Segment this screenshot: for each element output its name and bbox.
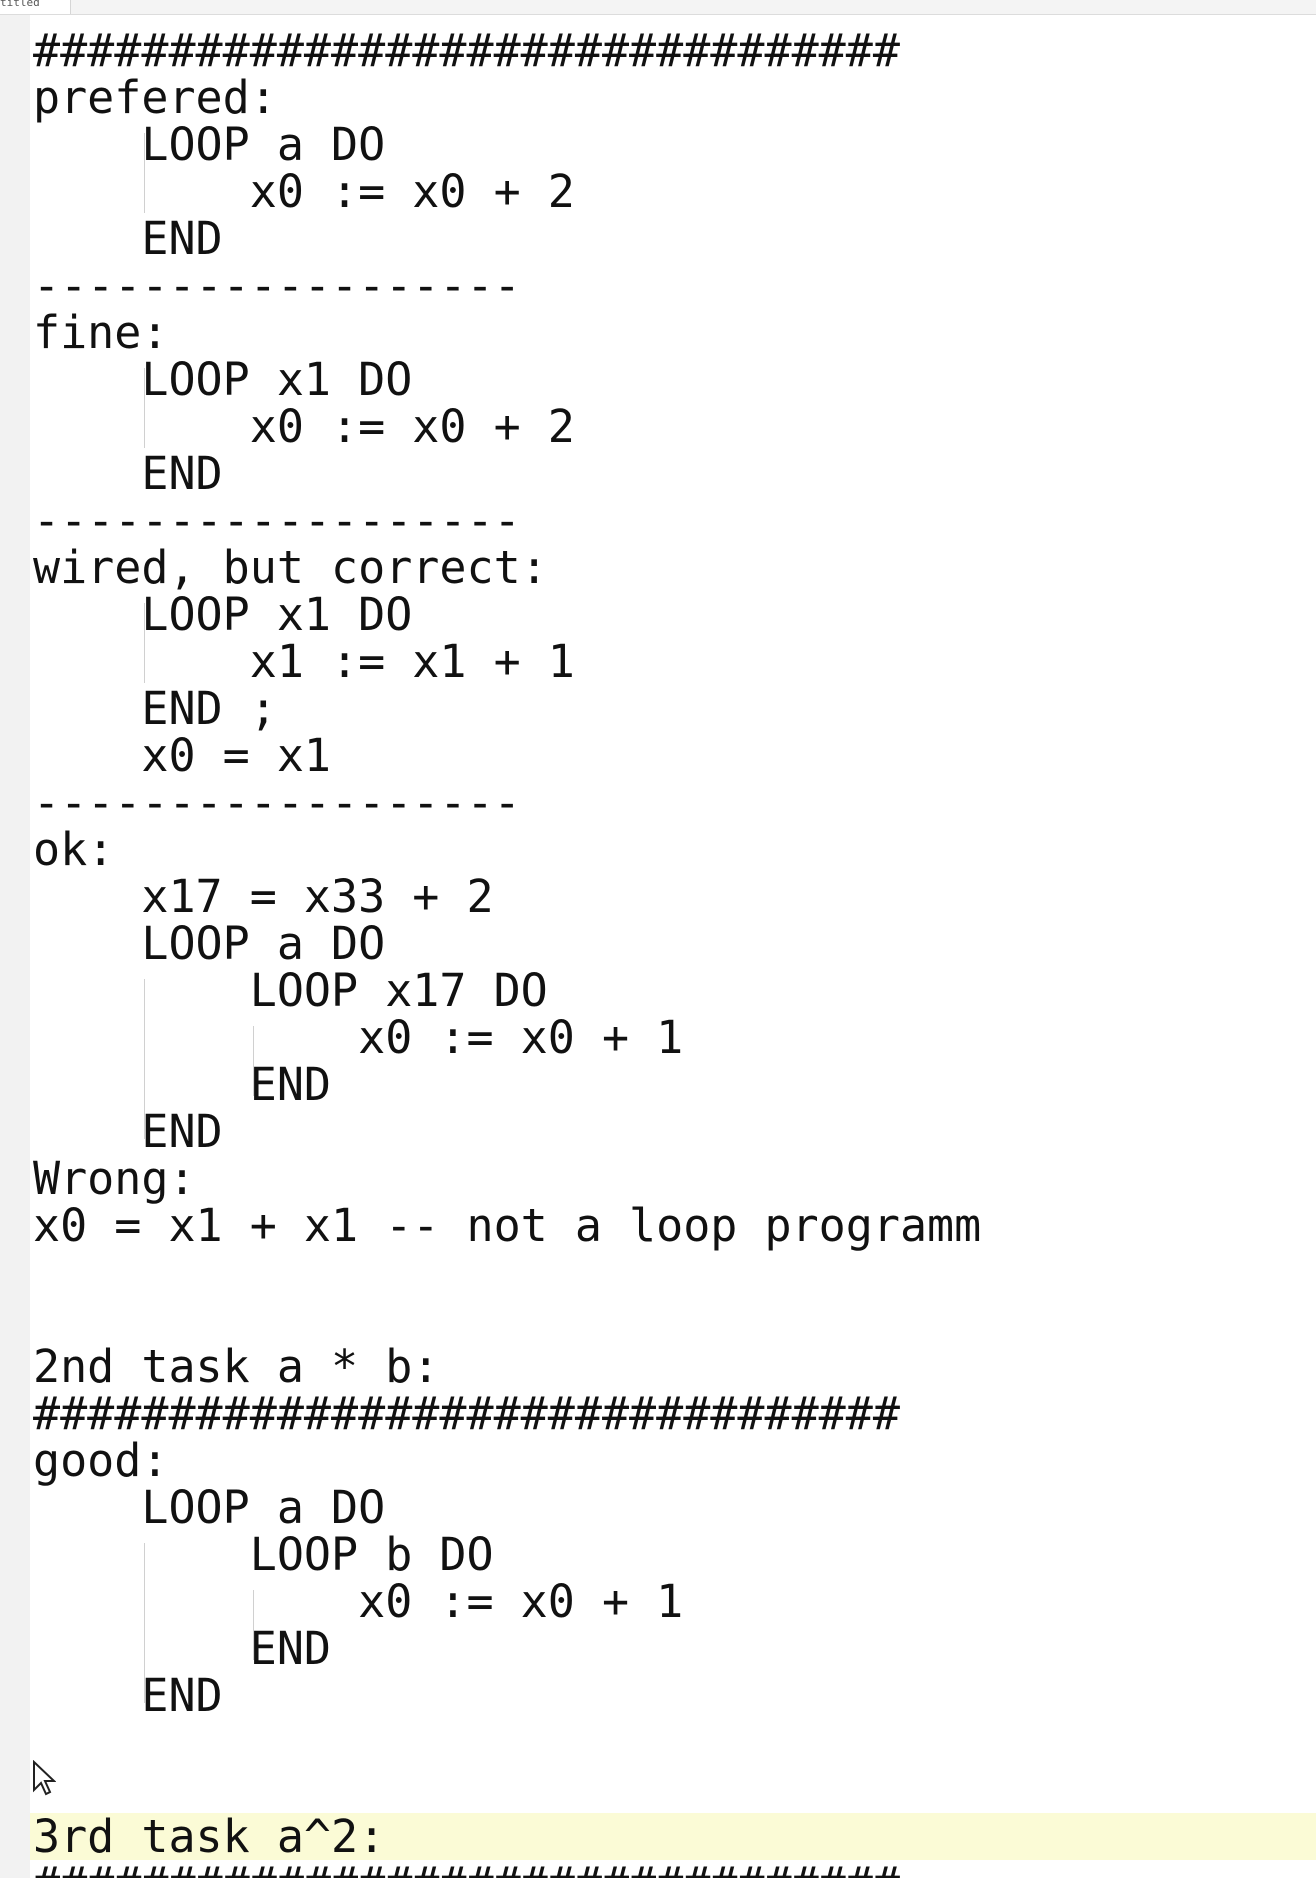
code-line[interactable]: LOOP x17 DO: [33, 967, 1316, 1014]
code-line[interactable]: x0 = x1 + x1 -- not a loop programm: [33, 1202, 1316, 1249]
editor-tab[interactable]: titled: [0, 0, 71, 14]
code-line[interactable]: 3rd task a^2:: [30, 1813, 1316, 1860]
code-editor[interactable]: ################################ prefered…: [30, 15, 1316, 1878]
code-line[interactable]: END: [33, 450, 1316, 497]
code-line[interactable]: [33, 1249, 1316, 1296]
code-line[interactable]: [33, 1719, 1316, 1766]
code-line[interactable]: LOOP a DO: [33, 920, 1316, 967]
code-line[interactable]: x0 := x0 + 2: [33, 168, 1316, 215]
code-line[interactable]: [33, 1766, 1316, 1813]
editor-gutter: [0, 15, 30, 1878]
code-line[interactable]: END: [33, 215, 1316, 262]
code-line[interactable]: Wrong:: [33, 1155, 1316, 1202]
code-line[interactable]: ok:: [33, 826, 1316, 873]
mouse-pointer-icon: [33, 1760, 56, 1796]
code-line[interactable]: LOOP a DO: [33, 121, 1316, 168]
code-line[interactable]: x0 := x0 + 2: [33, 403, 1316, 450]
code-line[interactable]: fine:: [33, 309, 1316, 356]
code-line[interactable]: END: [33, 1108, 1316, 1155]
code-line[interactable]: wired, but correct:: [33, 544, 1316, 591]
code-line[interactable]: ------------------: [33, 779, 1316, 826]
code-line[interactable]: END: [33, 1625, 1316, 1672]
code-line[interactable]: 2nd task a * b:: [33, 1343, 1316, 1390]
code-line[interactable]: LOOP a DO: [33, 1484, 1316, 1531]
code-line[interactable]: END: [33, 1061, 1316, 1108]
code-line[interactable]: ################################: [33, 1860, 1316, 1878]
code-line[interactable]: x1 := x1 + 1: [33, 638, 1316, 685]
code-line[interactable]: ------------------: [33, 497, 1316, 544]
code-line[interactable]: ------------------: [33, 262, 1316, 309]
code-line[interactable]: LOOP x1 DO: [33, 591, 1316, 638]
code-line[interactable]: x0 = x1: [33, 732, 1316, 779]
code-line[interactable]: x0 := x0 + 1: [33, 1014, 1316, 1061]
code-line[interactable]: LOOP b DO: [33, 1531, 1316, 1578]
code-line[interactable]: ################################: [33, 27, 1316, 74]
code-line[interactable]: END ;: [33, 685, 1316, 732]
code-line[interactable]: prefered:: [33, 74, 1316, 121]
code-line[interactable]: ################################: [33, 1390, 1316, 1437]
code-line[interactable]: good:: [33, 1437, 1316, 1484]
tab-title: titled: [0, 0, 40, 9]
code-line[interactable]: x0 := x0 + 1: [33, 1578, 1316, 1625]
code-line[interactable]: END: [33, 1672, 1316, 1719]
window-titlebar: titled: [0, 0, 1316, 15]
code-line[interactable]: x17 = x33 + 2: [33, 873, 1316, 920]
code-line[interactable]: [33, 1296, 1316, 1343]
code-line[interactable]: LOOP x1 DO: [33, 356, 1316, 403]
